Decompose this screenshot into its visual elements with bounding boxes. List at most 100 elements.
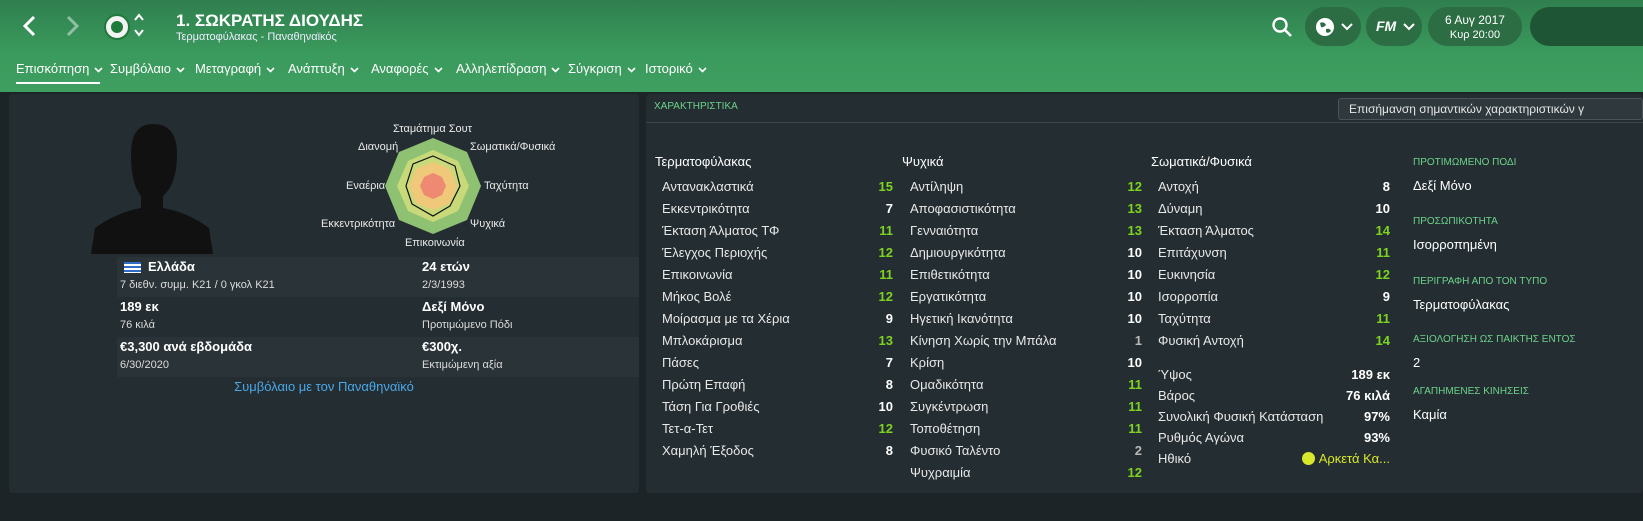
attribute-row[interactable]: Έκταση Άλματος 14 — [1158, 219, 1390, 241]
highlight-key-attributes-dropdown[interactable]: Επισήμανση σημαντικών χαρακτηριστικών γ — [1338, 98, 1643, 120]
attribute-name: Επικοινωνία — [662, 266, 733, 282]
attribute-name: Ομαδικότητα — [910, 376, 984, 392]
contract-end-date: 6/30/2020 — [120, 359, 169, 371]
attribute-row[interactable]: Αντανακλαστικά 15 — [662, 175, 893, 197]
attribute-row[interactable]: Επικοινωνία 11 — [662, 263, 893, 285]
attribute-row[interactable]: Αντοχή 8 — [1158, 175, 1390, 197]
attribute-name: Αντανακλαστικά — [662, 178, 754, 194]
attribute-value: 9 — [1382, 288, 1390, 304]
attribute-row[interactable]: Ηγετική Ικανότητα 10 — [910, 307, 1142, 329]
chevron-down-icon — [94, 66, 103, 73]
fm-logo: FM — [1376, 18, 1397, 34]
fm-menu-button[interactable]: FM — [1366, 7, 1422, 46]
attribute-row[interactable]: Χαμηλή Έξοδος 8 — [662, 439, 893, 461]
attribute-row[interactable]: Εκκεντρικότητα 7 — [662, 197, 893, 219]
player-subtitle: Τερματοφύλακας - Παναθηναϊκός — [176, 31, 337, 43]
tab-label: Συμβόλαιο — [110, 61, 172, 76]
divider — [646, 122, 1643, 123]
attribute-row[interactable]: Βάρος 76 κιλά — [1158, 384, 1390, 406]
attribute-row[interactable]: Δημιουργικότητα 10 — [910, 241, 1142, 263]
tab-label: Μεταγραφή — [195, 61, 262, 76]
attribute-name: Τετ-α-Τετ — [662, 420, 714, 436]
tab-4[interactable]: Ανάπτυξη — [288, 61, 359, 76]
attribute-row[interactable]: Ηθικό Αρκετά Κα... — [1158, 447, 1390, 469]
attribute-name: Εκκεντρικότητα — [662, 200, 750, 216]
attribute-value: 12 — [878, 244, 893, 260]
attribute-name: Ευκινησία — [1158, 266, 1216, 282]
attribute-row[interactable]: Επιθετικότητα 10 — [910, 263, 1142, 285]
attribute-row[interactable]: Μήκος Βολέ 12 — [662, 285, 893, 307]
attribute-row[interactable]: Ισορροπία 9 — [1158, 285, 1390, 307]
search-icon[interactable] — [1271, 16, 1293, 41]
attribute-row[interactable]: Εργατικότητα 10 — [910, 285, 1142, 307]
attribute-row[interactable]: Τοποθέτηση 11 — [910, 417, 1142, 439]
player-height: 189 εκ — [120, 299, 159, 314]
attribute-row[interactable]: Μοίρασμα με τα Χέρια 9 — [662, 307, 893, 329]
back-arrow-icon[interactable] — [20, 14, 38, 42]
tab-label: Σύγκριση — [568, 61, 622, 76]
attribute-row[interactable]: Φυσική Αντοχή 14 — [1158, 329, 1390, 351]
tab-bar: Επισκόπηση Συμβόλαιο Μεταγραφή Ανάπτυξη Αναφ… — [0, 58, 1643, 84]
attribute-row[interactable]: Πάσες 7 — [662, 351, 893, 373]
radar-label-physical: Σωματικά/Φυσικά — [470, 141, 556, 153]
attribute-row[interactable]: Γενναιότητα 13 — [910, 219, 1142, 241]
tab-2[interactable]: Συμβόλαιο — [110, 61, 185, 76]
chevron-updown-icon[interactable] — [133, 12, 145, 41]
nationality[interactable]: Ελλάδα — [148, 259, 195, 274]
continue-button[interactable] — [1530, 7, 1643, 46]
attribute-row[interactable]: Επιτάχυνση 11 — [1158, 241, 1390, 263]
date-button[interactable]: 6 Αυγ 2017 Κυρ 20:00 — [1428, 7, 1522, 46]
chevron-down-icon — [350, 66, 359, 73]
tab-1[interactable]: Επισκόπηση — [16, 61, 103, 84]
attribute-row[interactable]: Δύναμη 10 — [1158, 197, 1390, 219]
tab-6[interactable]: Αλληλεπίδραση — [456, 61, 561, 76]
contract-club-link[interactable]: Συμβόλαιο με τον Παναθηναϊκό — [9, 379, 639, 394]
world-menu-button[interactable] — [1305, 7, 1361, 46]
forward-arrow-icon[interactable] — [64, 14, 82, 42]
attribute-value: 93% — [1363, 429, 1390, 445]
attribute-value: 11 — [1128, 420, 1142, 436]
attribute-name: Επιθετικότητα — [910, 266, 990, 282]
preferred-foot-label: Προτιμώμενο Πόδι — [422, 319, 513, 331]
attribute-row[interactable]: Αποφασιστικότητα 13 — [910, 197, 1142, 219]
attribute-row[interactable]: Ευκινησία 12 — [1158, 263, 1390, 285]
attribute-row[interactable]: Τάση Για Γροθιές 10 — [662, 395, 893, 417]
radar-label-eccentricity: Εκκεντρικότητα — [321, 218, 396, 230]
attribute-value: 11 — [1128, 398, 1142, 414]
attribute-row[interactable]: Τετ-α-Τετ 12 — [662, 417, 893, 439]
tab-3[interactable]: Μεταγραφή — [195, 61, 275, 76]
tab-5[interactable]: Αναφορές — [371, 61, 443, 76]
attribute-value: 8 — [885, 442, 893, 458]
attribute-row[interactable]: Έλεγχος Περιοχής 12 — [662, 241, 893, 263]
side-info-value: Καμία — [1413, 407, 1447, 422]
attribute-row[interactable]: Κίνηση Χωρίς την Μπάλα 1 — [910, 329, 1142, 351]
player-silhouette-icon — [91, 124, 213, 254]
attributes-section-title: ΧΑΡΑΚΤΗΡΙΣΤΙΚΑ — [654, 101, 738, 112]
attribute-name: Ηθικό — [1158, 450, 1192, 466]
attribute-row[interactable]: Μπλοκάρισμα 13 — [662, 329, 893, 351]
attribute-name: Έλεγχος Περιοχής — [662, 244, 768, 260]
attribute-row[interactable]: Ύψος 189 εκ — [1158, 363, 1390, 385]
attribute-value: 10 — [878, 398, 893, 414]
attribute-row[interactable]: Φυσικό Ταλέντο 2 — [910, 439, 1142, 461]
attribute-name: Γενναιότητα — [910, 222, 979, 238]
attribute-value: 97% — [1363, 408, 1390, 424]
attribute-value: 13 — [1127, 222, 1142, 238]
attribute-name: Χαμηλή Έξοδος — [662, 442, 754, 458]
attribute-row[interactable]: Συνολική Φυσική Κατάσταση 97% — [1158, 405, 1390, 427]
attribute-row[interactable]: Πρώτη Επαφή 8 — [662, 373, 893, 395]
tab-8[interactable]: Ιστορικό — [645, 61, 707, 76]
attribute-name: Μοίρασμα με τα Χέρια — [662, 310, 790, 326]
tab-7[interactable]: Σύγκριση — [568, 61, 636, 76]
attribute-name: Πάσες — [662, 354, 699, 370]
attribute-row[interactable]: Ταχύτητα 11 — [1158, 307, 1390, 329]
club-crest-icon[interactable] — [104, 14, 130, 40]
attribute-row[interactable]: Ρυθμός Αγώνα 93% — [1158, 426, 1390, 448]
attribute-row[interactable]: Ψυχραιμία 12 — [910, 461, 1142, 483]
tab-label: Επισκόπηση — [16, 61, 90, 76]
attribute-row[interactable]: Έκταση Άλματος ΤΦ 11 — [662, 219, 893, 241]
attribute-row[interactable]: Κρίση 10 — [910, 351, 1142, 373]
attribute-row[interactable]: Ομαδικότητα 11 — [910, 373, 1142, 395]
attribute-row[interactable]: Συγκέντρωση 11 — [910, 395, 1142, 417]
attribute-row[interactable]: Αντίληψη 12 — [910, 175, 1142, 197]
